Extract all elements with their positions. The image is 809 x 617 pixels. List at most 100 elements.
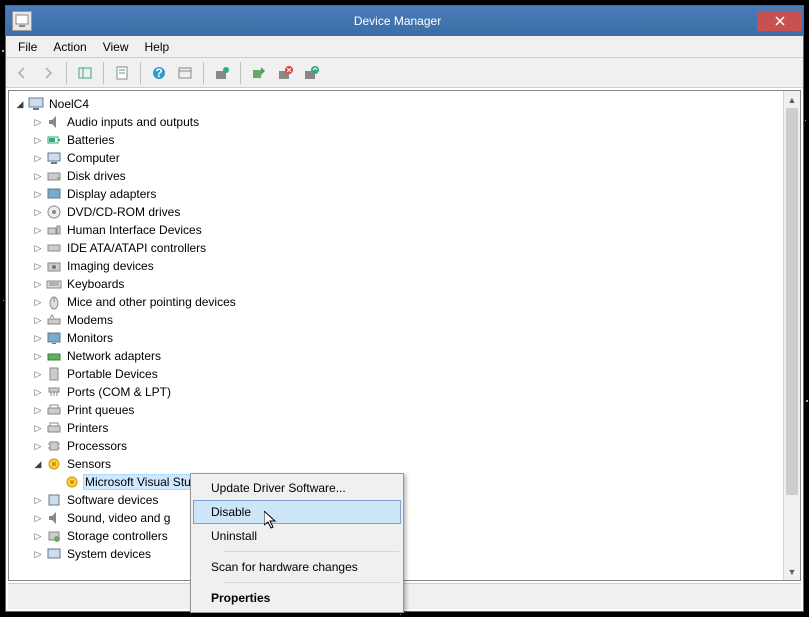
sound-icon [46,510,62,526]
toolbar-icon-1[interactable] [173,61,197,85]
tree-category[interactable]: ▷Portable Devices [13,365,783,383]
tree-category[interactable]: ▷Printers [13,419,783,437]
forward-button[interactable] [36,61,60,85]
tree-category[interactable]: ▷Print queues [13,401,783,419]
tree-root-label: NoelC4 [47,97,91,111]
tree-category-sensors[interactable]: ◢Sensors [13,455,783,473]
expand-icon[interactable]: ▷ [31,493,45,507]
tree-category[interactable]: ▷Modems [13,311,783,329]
tree-category[interactable]: ▷Computer [13,149,783,167]
expand-icon[interactable]: ▷ [31,367,45,381]
dvd-icon [46,204,62,220]
tree-category[interactable]: ▷Human Interface Devices [13,221,783,239]
printer-icon [46,420,62,436]
imaging-icon [46,258,62,274]
storage-icon [46,528,62,544]
network-icon [46,348,62,364]
scroll-track[interactable] [784,108,800,563]
tree-root[interactable]: ◢ NoelC4 [13,95,783,113]
tree-category[interactable]: ▷Disk drives [13,167,783,185]
tree-category[interactable]: ▷Ports (COM & LPT) [13,383,783,401]
close-button[interactable] [757,11,802,31]
expand-icon[interactable]: ▷ [31,205,45,219]
expand-icon[interactable]: ▷ [31,151,45,165]
expand-icon[interactable]: ▷ [31,295,45,309]
print-queue-icon [46,402,62,418]
window-title: Device Manager [38,14,757,28]
tree-category[interactable]: ▷Batteries [13,131,783,149]
tree-category[interactable]: ▷IDE ATA/ATAPI controllers [13,239,783,257]
expand-icon[interactable]: ▷ [31,439,45,453]
expand-icon[interactable]: ▷ [31,115,45,129]
vertical-scrollbar[interactable]: ▲ ▼ [783,91,800,580]
tree-category[interactable]: ▷DVD/CD-ROM drives [13,203,783,221]
ctx-disable[interactable]: Disable [193,500,401,524]
tree-category[interactable]: ▷Display adapters [13,185,783,203]
scroll-down-button[interactable]: ▼ [784,563,800,580]
system-icon [46,546,62,562]
tree-category[interactable]: ▷Monitors [13,329,783,347]
ctx-uninstall[interactable]: Uninstall [193,524,401,548]
show-hide-tree-button[interactable] [73,61,97,85]
expand-icon[interactable]: ▷ [31,277,45,291]
expand-icon[interactable]: ▷ [31,259,45,273]
svg-text:?: ? [155,66,162,80]
properties-button[interactable] [110,61,134,85]
software-icon [46,492,62,508]
expand-icon[interactable]: ▷ [31,133,45,147]
expand-icon[interactable]: ▷ [31,169,45,183]
back-button[interactable] [10,61,34,85]
expand-icon[interactable]: ▷ [31,385,45,399]
menu-help[interactable]: Help [137,38,178,56]
menu-file[interactable]: File [10,38,45,56]
ctx-scan-hardware[interactable]: Scan for hardware changes [193,555,401,579]
ports-icon [46,384,62,400]
toolbar: ? [6,58,803,88]
scan-hardware-button[interactable] [299,61,323,85]
portable-icon [46,366,62,382]
update-driver-button[interactable] [210,61,234,85]
ctx-update-driver[interactable]: Update Driver Software... [193,476,401,500]
battery-icon [46,132,62,148]
menu-view[interactable]: View [95,38,137,56]
expand-icon[interactable]: ▷ [31,421,45,435]
expand-icon[interactable]: ▷ [31,403,45,417]
expand-icon[interactable]: ▷ [31,223,45,237]
ctx-properties[interactable]: Properties [193,586,401,610]
expand-icon[interactable]: ▷ [31,313,45,327]
expand-icon[interactable]: ▷ [31,241,45,255]
expand-icon[interactable]: ▷ [31,331,45,345]
modem-icon [46,312,62,328]
tree-category[interactable]: ▷Imaging devices [13,257,783,275]
context-menu: Update Driver Software... Disable Uninst… [190,473,404,613]
tree-category[interactable]: ▷Keyboards [13,275,783,293]
help-button[interactable]: ? [147,61,171,85]
audio-icon [46,114,62,130]
collapse-icon[interactable]: ◢ [13,97,27,111]
tree-category[interactable]: ▷Processors [13,437,783,455]
keyboard-icon [46,276,62,292]
menubar: File Action View Help [6,36,803,58]
menu-action[interactable]: Action [45,38,94,56]
tree-category[interactable]: ▷Audio inputs and outputs [13,113,783,131]
expand-icon[interactable]: ▷ [31,187,45,201]
expand-icon[interactable]: ▷ [31,349,45,363]
ctx-separator [223,551,399,552]
scroll-up-button[interactable]: ▲ [784,91,800,108]
mouse-icon [46,294,62,310]
expand-icon[interactable]: ▷ [31,547,45,561]
scroll-thumb[interactable] [786,108,798,495]
sensor-device-icon [64,474,80,490]
app-icon [12,11,32,31]
disk-icon [46,168,62,184]
tree-category[interactable]: ▷Mice and other pointing devices [13,293,783,311]
titlebar[interactable]: Device Manager [6,6,803,36]
uninstall-button[interactable] [273,61,297,85]
expand-icon[interactable]: ▷ [31,529,45,543]
collapse-icon[interactable]: ◢ [31,457,45,471]
tree-pane: ◢ NoelC4 ▷Audio inputs and outputs ▷Batt… [8,90,801,581]
display-icon [46,186,62,202]
expand-icon[interactable]: ▷ [31,511,45,525]
enable-button[interactable] [247,61,271,85]
tree-category[interactable]: ▷Network adapters [13,347,783,365]
